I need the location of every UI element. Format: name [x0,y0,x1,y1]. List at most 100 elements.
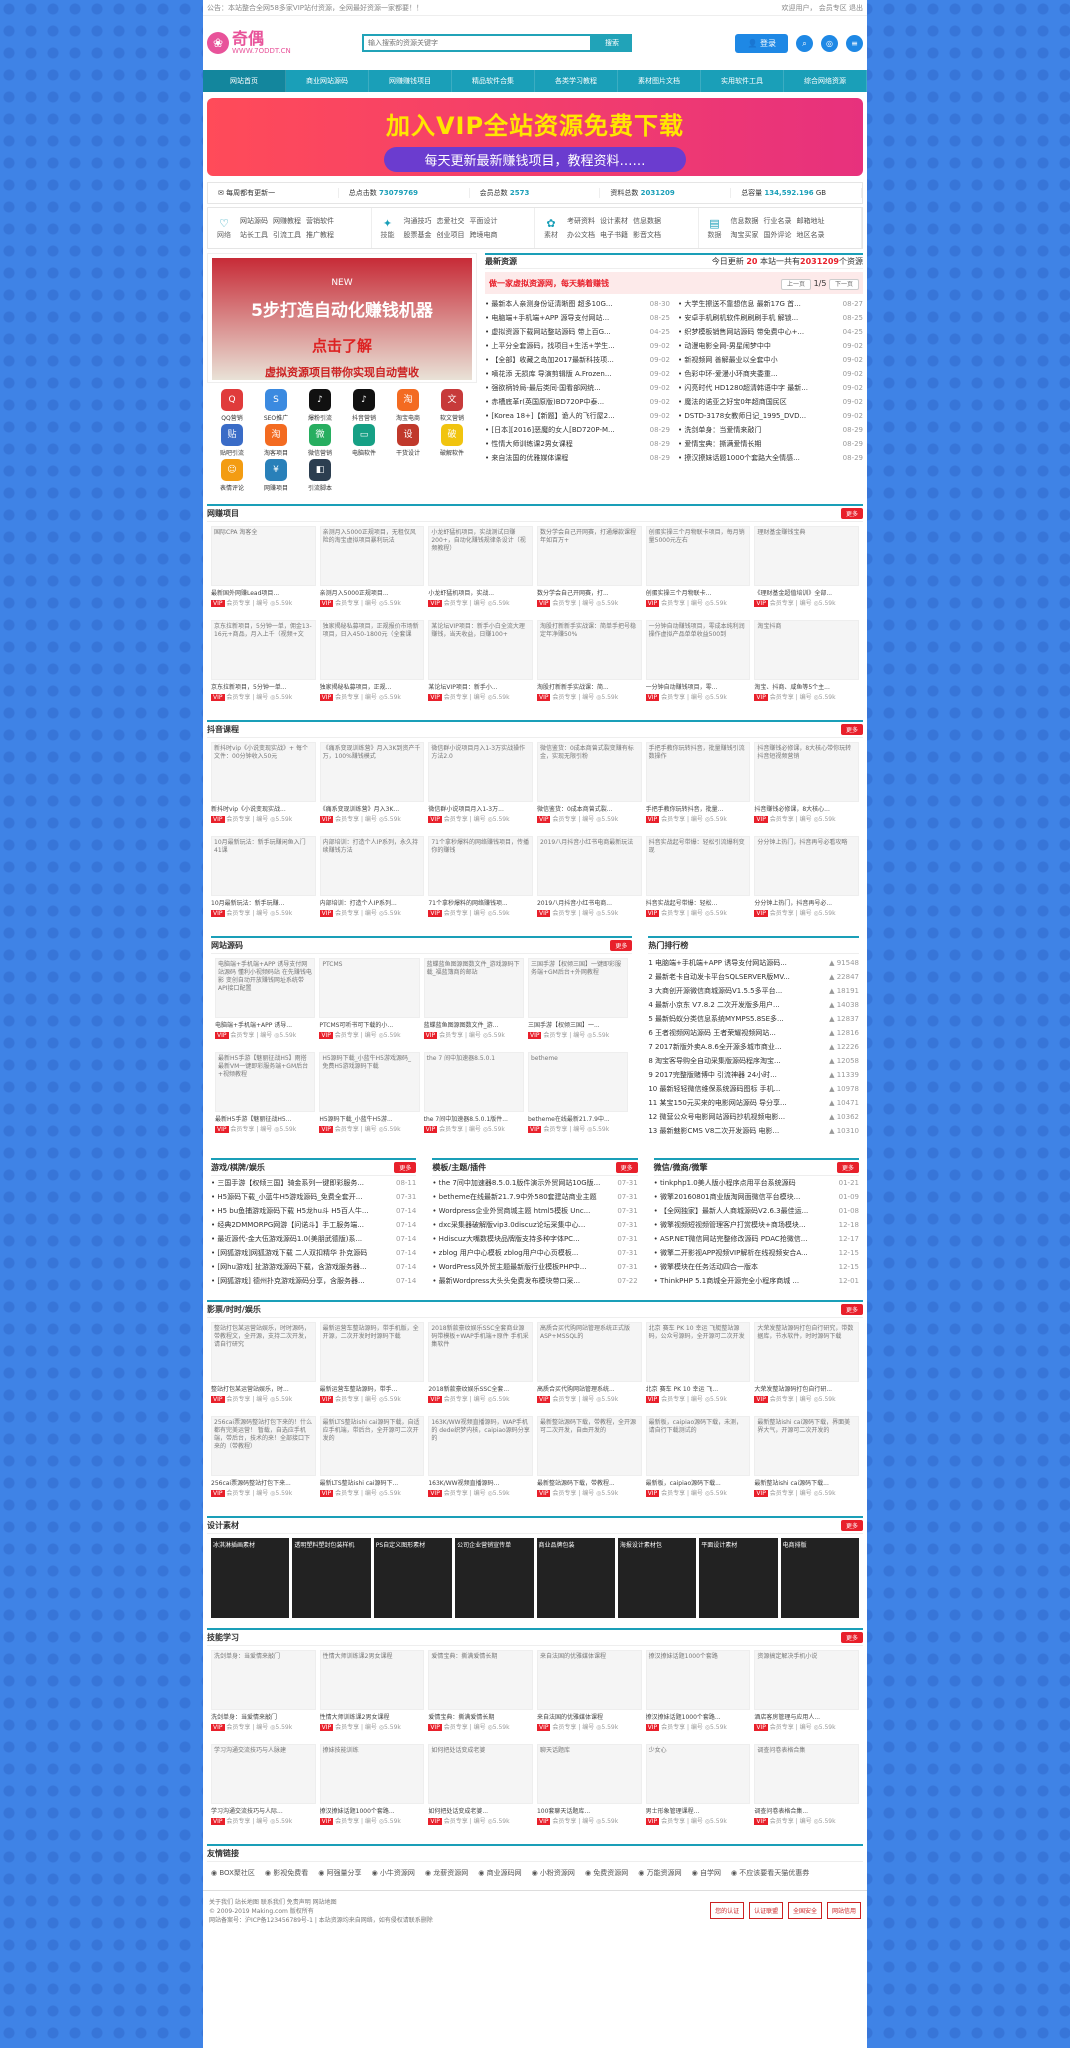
resource-card[interactable]: 最新整站源码下载，带教程，全开源可二次开发，自由开发的 最新整站源码下载，带教程.… [536,1416,642,1506]
resource-card[interactable]: 爱情宝典：撕满爱情长期 爱情宝典：撕满爱情长期 VIP 会员专享 | 编号 ◎5.5… [428,1650,533,1740]
resource-card[interactable]: 最新板，caipiao源码下载，未测，请自行下载测试的 最新板，caipiao源码… [645,1416,751,1506]
list-item[interactable]: • H5源码下载_小蓝牛H5游戏源码_免费全套开... 07-31 [211,1190,416,1204]
hot-item[interactable]: 13 最新魅影CMS V8二次开发源码 电影... ▲ 10310 [648,1124,859,1138]
list-item[interactable]: • 微擎模块在任务活动四合一版本 12-15 [654,1260,859,1274]
hot-item[interactable]: 5 最新蚂蚁分类信息系统MYMPS5.8SE多... ▲ 12837 [648,1012,859,1026]
list-item[interactable]: • 新视频网 善解最业以全套中小 09-02 [678,353,863,367]
next-page-button[interactable]: 下一页 [828,278,859,290]
design-thumbnail[interactable]: 平面设计素材 [699,1538,778,1618]
search-button[interactable]: 搜索 [592,34,632,52]
prev-page-button[interactable]: 上一页 [781,278,812,290]
list-item[interactable]: • zblog 用户中心模板 zblog用户中心页模板... 07-31 [432,1246,637,1260]
resource-card[interactable]: 内部培训：打造个人IP系列，永久持续赚钱方法 内部培训：打造个人IP系列... VI… [319,836,425,926]
resource-card[interactable]: 京东拉新项目，5分钟一单，佣金13-16元+商品，月入上千（视频+文 京东拉新项目… [211,620,316,710]
resource-card[interactable]: 淘宝抖商 淘宝、抖商、咸鱼等5个主... VIP 会员专享 | 编号 ◎5.59k [754,620,859,710]
friend-link[interactable]: ◉ 商业源码网 [478,1868,521,1878]
list-item[interactable]: • 安卓手机刷机软件刷刷刷手机 解锁... 08-25 [678,311,863,325]
resource-card[interactable]: 2018新款豪纹娱乐SSC全套商业源码带模板+WAP手机端+原件 手机采集软件 2… [428,1322,533,1412]
list-item[interactable]: • H5 bu鱼捕游戏源码下载 H5龙hu斗 H5百人牛... 07-14 [211,1204,416,1218]
resource-card[interactable]: 数分学会自己开网赛，打通爆款课程年如百万+ 数分学会自己开网赛，打... VIP 会… [536,526,642,616]
list-item[interactable]: • [日本][2016]恶魔的女人[BD720P-M... 08-29 [485,423,670,437]
friend-link[interactable]: ◉ 不应该要看天猫优惠券 [731,1868,809,1878]
list-item[interactable]: • 虚拟资源下载网站整站源码 带上百G... 04-25 [485,325,670,339]
resource-card[interactable]: 163K/WW视频直播源码，WAP手机的 dede织梦内核，caipiao源码分… [428,1416,533,1506]
app-tile[interactable]: ▭ 电脑软件 [343,424,385,457]
cat-link[interactable]: 电子书籍 [600,228,628,242]
list-item[interactable]: • ThinkPHP 5.1商城全开源完全小程序商城 ... 12-01 [654,1274,859,1288]
design-thumbnail[interactable]: 公司企业营销宣传单 [455,1538,534,1618]
resource-card[interactable]: 2019八月抖音小红书电商最新玩法 2019八月抖音小红书电商... VIP 会员专… [536,836,642,926]
list-item[interactable]: • 爱情宝典：撕满爱情长期 08-29 [678,437,863,451]
list-item[interactable]: • Hdiscuz大嘴数模块品牌版支持多种字体PC... 07-31 [432,1232,637,1246]
list-item[interactable]: • DSTD-3178女教师日记_1995_DVD... 09-02 [678,409,863,423]
resource-card[interactable]: 蓝蝶蓝鱼图源图数文件_游戏源码下载_福蓝簿商的邮站 蓝蝶蓝鱼图源图数文件_游...… [423,958,524,1048]
hot-item[interactable]: 8 淘宝客导购全自动采集版源码程序淘宝... ▲ 12058 [648,1054,859,1068]
nav-item[interactable]: 实用软件工具 [701,70,784,92]
resource-card[interactable]: 《痛系变现训练营》月入3K到资产千万，100%赚钱模式 《痛系变现训练营》月入3K… [319,742,425,832]
list-item[interactable]: • 上平分全套源码，找项目+生活+学生... 09-02 [485,339,670,353]
resource-card[interactable]: 少女心 男士形象管理课程... VIP 会员专享 | 编号 ◎5.59k [645,1744,751,1834]
resource-card[interactable]: 最新运营车整站源码，带手机版，全开源，二次开发时时源码下载 最新运营车整站源码，带… [319,1322,425,1412]
design-thumbnail[interactable]: 海报设计素材包 [617,1538,697,1618]
list-item[interactable]: • Wordpress企业外贸商城主题 html5模板 Unc... 07-31 [432,1204,637,1218]
resource-card[interactable]: 撩妹技能训练 撩汉撩妹话题1000个套路... VIP 会员专享 | 编号 ◎5.5… [319,1744,425,1834]
cat-link[interactable]: 网赚教程 [273,214,301,228]
list-item[interactable]: • 最近源代-金大伍游戏源码1.0(美朋武德版)系... 07-14 [211,1232,416,1246]
list-item[interactable]: • [网狐游戏] 德州扑克游戏源码分享，含服务器... 07-14 [211,1274,416,1288]
resource-card[interactable]: 一分钟自动赚钱项目，零成本纯利润操作虚拟产品单单收益500到 一分钟自动赚钱项目，… [645,620,751,710]
nav-home[interactable]: 网站首页 [203,70,286,92]
list-item[interactable]: • the 7间中加速器8.5.0.1版件演示外贸网站10G版... 07-31 [432,1176,637,1190]
resource-card[interactable]: 最新LTS整站ishi cai源码下载，自适应手机端，带后台，全开源可二次开发的… [319,1416,425,1506]
resource-card[interactable]: 小龙虾猛机项目，实战测试日赚200+，自动化赚钱规律条设计（视频教程） 小龙虾猛机… [428,526,533,616]
cat-link[interactable]: 信息数据 [633,214,661,228]
resource-card[interactable]: 大荣发整站源码打包自行研究，带数据库，节水软件，时时源码下载 大荣发整站源码打包自… [754,1322,859,1412]
hot-item[interactable]: 4 最新小京东 V7.8.2 二次开发版多用户... ▲ 14038 [648,998,859,1012]
hot-item[interactable]: 10 最新轻轻微信维保系统源码图标 手机... ▲ 10978 [648,1082,859,1096]
friend-link[interactable]: ◉ 万能资源网 [638,1868,681,1878]
resource-card[interactable]: 最新H5手游【魅丽征战H5】雨搭最新VM一键即彩服务端+GM后台+视频教程 最新H… [215,1052,316,1142]
cat-link[interactable]: 淘宝买家 [731,228,759,242]
app-tile[interactable]: 贴贴吧引流 [211,424,253,457]
design-thumbnail[interactable]: 透明塑料塑封包装样机 [292,1538,371,1618]
resource-card[interactable]: 256cai票源码整站打包下来的！什么都有完美运营！ 暂载，自选应手机端，带后台… [211,1416,316,1506]
cat-link[interactable]: 创业项目 [437,228,465,242]
cat-link[interactable]: 网站源码 [240,214,268,228]
cat-link[interactable]: 办公文档 [567,228,595,242]
list-item[interactable]: • 经典2DMMORPG网游【问诺斗】手工服务端... 07-14 [211,1218,416,1232]
list-item[interactable]: • 洗剑单身：当爱情来敲门 08-29 [678,423,863,437]
resource-card[interactable]: 抖音实战起号带爆：轻松引流爆利变现 抖音实战起号带爆：轻松... VIP 会员专享 … [645,836,751,926]
hot-item[interactable]: 2 最新老卡自动发卡平台SQLSERVER版MV... ▲ 22847 [648,970,859,984]
resource-card[interactable]: 淘股打新新手实战课：简单手把号稳定年净赚50% 淘股打新新手实战课：简... VIP… [536,620,642,710]
list-item[interactable]: • 电脑端+手机端+APP 源导支付网站... 08-25 [485,311,670,325]
nav-item[interactable]: 商业网站源码 [286,70,369,92]
resource-card[interactable]: 微信鉴货：0成本商曾式裂变赚有标金，实现无限引粉 微信鉴货：0成本商曾式裂... V… [536,742,642,832]
app-tile[interactable]: ♪ 抖音营销 [343,389,385,422]
app-tile[interactable]: ¥ 网赚项目 [255,459,297,492]
resource-card[interactable]: betheme betheme在线最新21.7.9中... VIP 会员专享 | 编… [527,1052,629,1142]
list-item[interactable]: • 大学生擦送不靠想信息 最新17G 首... 08-27 [678,297,863,311]
list-item[interactable]: • 魔法的诺亚之好宝0年超商国民区 09-02 [678,395,863,409]
cat-link[interactable]: 行业名录 [764,214,792,228]
list-item[interactable]: • 三国手游【权倾三国】骑金系列一键即彩服务... 08-11 [211,1176,416,1190]
list-item[interactable]: • 动漫电影全网-男星闹梦中中 09-02 [678,339,863,353]
list-item[interactable]: • WordPress风外贸主题最新版行业模板PHP中... 07-31 [432,1260,637,1274]
list-item[interactable]: • 最新Wordpress大头头免费发布模块带口采... 07-22 [432,1274,637,1288]
resource-card[interactable]: 理财基金赚钱宝典 《理财基金超值培训》全部... VIP 会员专享 | 编号 ◎5.… [754,526,859,616]
vip-banner[interactable]: 加入VIP全站资源免费下载 每天更新最新赚钱项目，教程资料…… [207,98,863,176]
list-item[interactable]: • 赤槽底革r(英国原版)BD720P中泰... 09-02 [485,395,670,409]
trust-badge[interactable]: 认证联盟 [749,1902,784,1919]
cat-link[interactable]: 考研资料 [567,214,595,228]
resource-card[interactable]: 北京 赛车 PK 10 幸运 飞艇整站源码，公众号源码，全开源可二次开发 北京 赛… [645,1322,751,1412]
list-item[interactable]: • 微擎二开影视APP视频VIP解析在线视频安合A... 12-15 [654,1246,859,1260]
friend-link[interactable]: ◉ 自学网 [692,1868,721,1878]
resource-card[interactable]: 高质合买代购网站管理系统正式版 ASP+MSSQL的 高质合买代购网站管理系统..… [536,1322,642,1412]
more-button[interactable]: 更多 [840,508,863,519]
friend-link[interactable]: ◉ 免费资源网 [585,1868,628,1878]
resource-card[interactable]: 学习沟通交流技巧与人脉建 学习沟通交流技巧与人际... VIP 会员专享 | 编号 … [211,1744,316,1834]
login-button[interactable]: 👤 登录 [735,33,788,53]
resource-card[interactable]: 调查问卷表格合集 调查问卷表格合集... VIP 会员专享 | 编号 ◎5.59k [754,1744,859,1834]
resource-card[interactable]: 抖音赚钱必修课，8大核心带你玩转抖音短视频营销 抖音赚钱必修课，8大核心... VI… [754,742,859,832]
list-item[interactable]: • [Korea 18+]【新题】诡人的飞行屋2... 09-02 [485,409,670,423]
cat-link[interactable]: 影音文档 [633,228,661,242]
hot-item[interactable]: 11 某宝150元买来的电影网站源码 导分享... ▲ 10471 [648,1096,859,1110]
